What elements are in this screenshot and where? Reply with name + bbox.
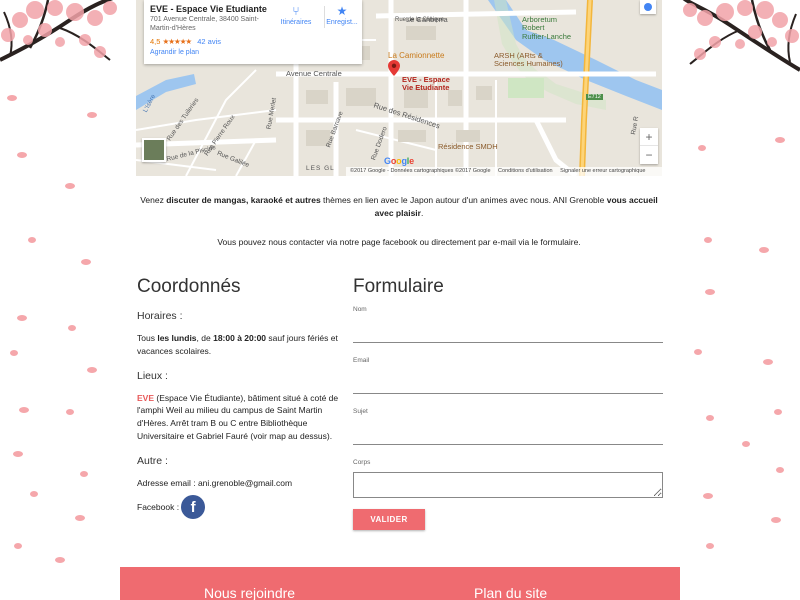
sujet-field-group: Sujet xyxy=(353,408,663,445)
text-span: , de xyxy=(196,333,214,343)
zoom-out-button[interactable]: − xyxy=(640,146,658,164)
cherry-blossom-left-decoration xyxy=(0,0,117,563)
corps-textarea[interactable] xyxy=(353,472,663,498)
form-title: Formulaire xyxy=(353,276,444,297)
footer-bar: Nous rejoindre Plan du site xyxy=(120,567,680,600)
main-content: Le Canberra Rue de la Clinique Arboretum… xyxy=(120,0,680,600)
email-field-group: Email xyxy=(353,357,663,394)
nom-input[interactable] xyxy=(353,319,663,343)
contact-line: Vous pouvez nous contacter via notre pag… xyxy=(217,237,581,247)
horaires-text: Tous les lundis, de 18:00 à 20:00 sauf j… xyxy=(137,332,347,358)
google-logo: Google xyxy=(384,156,414,166)
coordinates-title: Coordonnés xyxy=(137,276,241,297)
map-label-residence-smdh: Résidence SMDH xyxy=(438,142,498,151)
map-label-e712: E712 xyxy=(586,94,603,101)
place-address: 701 Avenue Centrale, 38400 Saint-Martin-… xyxy=(150,16,259,32)
map-label-rue-clinique: Rue de la Clinique xyxy=(395,17,445,23)
cherry-blossom-right-decoration xyxy=(682,0,800,549)
email-line: Adresse email : ani.grenoble@gmail.com xyxy=(137,477,293,488)
nom-label: Nom xyxy=(353,306,367,313)
intro-bold: discuter de mangas, karaoké et autres xyxy=(166,195,321,205)
footer-join-heading: Nous rejoindre xyxy=(204,585,296,600)
zoom-controls: + − xyxy=(640,128,658,164)
map-label-arboretum: Arboretum Robert Ruffier-Lanche xyxy=(522,15,572,41)
nom-field-group: Nom xyxy=(353,306,663,343)
corps-label: Corps xyxy=(353,459,371,466)
save-button[interactable]: ★ Enregist... xyxy=(320,4,364,26)
intro-part: . xyxy=(420,207,424,218)
map-label-les-gl: LES GL xyxy=(306,165,335,172)
place-rating: 4,5 ★★★★★ 42 avis xyxy=(150,37,356,46)
eve-highlight: EVE xyxy=(137,392,155,403)
sujet-input[interactable] xyxy=(353,421,663,445)
autre-heading: Autre : xyxy=(137,454,168,467)
place-info-card: EVE - Espace Vie Etudiante 701 Avenue Ce… xyxy=(144,0,362,64)
intro-part: Venez xyxy=(140,195,167,205)
map-report-link[interactable]: Signaler une erreur cartographique xyxy=(560,168,645,174)
email-label: Email xyxy=(353,357,370,364)
map-label-eve: EVE - Espace Vie Etudiante xyxy=(402,75,450,93)
email-input[interactable] xyxy=(353,370,663,394)
save-label: Enregist... xyxy=(326,19,358,26)
text-bold: 18:00 à 20:00 xyxy=(213,333,267,343)
facebook-icon[interactable]: f xyxy=(181,495,206,520)
footer-sitemap-heading: Plan du site xyxy=(474,585,548,600)
text-span: (Espace Vie Étudiante), bâtiment situé à… xyxy=(137,392,339,441)
zoom-in-button[interactable]: + xyxy=(640,128,658,146)
corps-field-group: Corps xyxy=(353,459,663,503)
enlarge-map-link[interactable]: Agrandir le plan xyxy=(150,49,356,56)
directions-button[interactable]: ⑂ Itinéraires xyxy=(274,4,318,26)
submit-button[interactable]: VALIDER xyxy=(353,509,425,530)
intro-part: thèmes en lien avec le Japon autour d'un… xyxy=(320,195,607,205)
map-pin-icon[interactable] xyxy=(388,60,400,76)
facebook-label: Facebook : xyxy=(137,502,180,513)
map-data-attribution: ©2017 Google - Données cartographiques ©… xyxy=(350,168,491,174)
star-icon: ★ xyxy=(336,4,348,18)
map-terms-link[interactable]: Conditions d'utilisation xyxy=(498,168,553,174)
google-map[interactable]: Le Canberra Rue de la Clinique Arboretum… xyxy=(136,0,662,176)
contact-form: Formulaire Nom Email Sujet Corps VALIDER xyxy=(353,276,663,530)
map-attribution-bar: ©2017 Google - Données cartographiques ©… xyxy=(346,167,662,176)
map-label-avenue-centrale: Avenue Centrale xyxy=(286,69,342,78)
facebook-row: Facebook : f xyxy=(137,495,347,520)
map-label-arsh: ARSH (ARts & Sciences Humaines) xyxy=(494,51,563,69)
coordinates-section: Coordonnés Horaires : Tous les lundis, d… xyxy=(137,276,347,520)
satellite-view-toggle[interactable] xyxy=(142,138,166,162)
lieux-heading: Lieux : xyxy=(137,369,168,382)
rating-value: 4,5 xyxy=(150,36,161,46)
horaires-heading: Horaires : xyxy=(137,310,183,322)
text-bold: les lundis xyxy=(157,333,197,343)
directions-icon: ⑂ xyxy=(292,4,300,18)
text-span: Tous xyxy=(137,333,158,343)
intro-text: Venez discuter de mangas, karaoké et aut… xyxy=(136,194,662,220)
rating-reviews-link[interactable]: 42 avis xyxy=(197,37,221,46)
sujet-label: Sujet xyxy=(353,408,368,415)
street-view-pegman-icon[interactable] xyxy=(640,0,656,14)
lieux-text: EVE (Espace Vie Étudiante), bâtiment sit… xyxy=(137,392,347,443)
rating-stars-icon: ★★★★★ xyxy=(162,36,193,46)
directions-label: Itinéraires xyxy=(280,19,312,26)
